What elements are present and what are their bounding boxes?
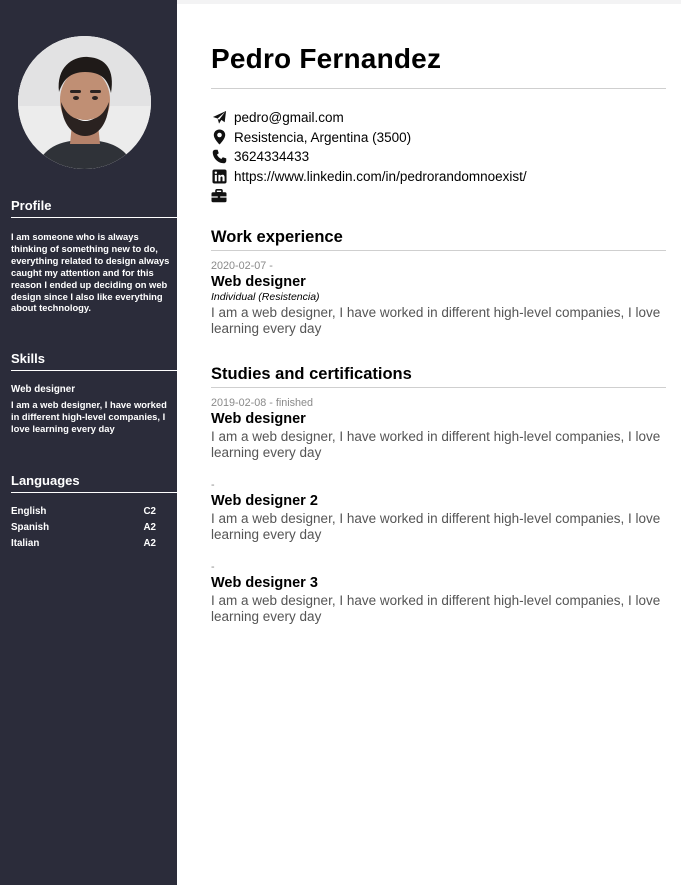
profile-text: I am someone who is always thinking of s…: [11, 231, 170, 314]
name-divider: [211, 88, 666, 89]
entry-role: Web designer 3: [211, 575, 318, 591]
entry-date: 2019-02-08 - finished: [211, 397, 314, 409]
study-entry: 2019-02-08 - finished Web designer I am …: [211, 397, 666, 460]
map-pin-icon: [211, 129, 227, 145]
language-level: C2: [143, 506, 156, 517]
resume-page: Profile I am someone who is always think…: [0, 0, 681, 885]
language-row: English C2: [11, 504, 156, 520]
top-strip: [177, 0, 681, 4]
study-entry: - Web designer 3 I am a web designer, I …: [211, 561, 666, 624]
language-row: Italian A2: [11, 536, 156, 552]
contact-list: pedro@gmail.com Resistencia, Argentina (…: [211, 108, 666, 206]
work-experience-section: Work experience 2020-02-07 - Web designe…: [211, 228, 666, 336]
languages-section: Languages English C2 Spanish A2 Italian …: [11, 473, 177, 552]
work-experience-title: Work experience: [211, 228, 666, 251]
entry-role: Web designer: [211, 274, 306, 290]
entry-date: -: [211, 479, 215, 491]
skill-name: Web designer: [11, 384, 76, 395]
language-name: Italian: [11, 538, 40, 549]
profile-title: Profile: [11, 198, 177, 218]
entry-description: I am a web designer, I have worked in di…: [211, 305, 661, 336]
contact-location: Resistencia, Argentina (3500): [211, 128, 666, 148]
entry-date: -: [211, 561, 215, 573]
skills-section: Skills Web designer I am a web designer,…: [11, 351, 177, 435]
studies-title: Studies and certifications: [211, 365, 666, 388]
location-text: Resistencia, Argentina (3500): [234, 129, 412, 145]
studies-section: Studies and certifications 2019-02-08 - …: [211, 365, 666, 624]
briefcase-icon: [211, 188, 227, 204]
linkedin-text[interactable]: https://www.linkedin.com/in/pedrorandomn…: [234, 169, 527, 184]
language-row: Spanish A2: [11, 520, 156, 536]
entry-date: 2020-02-07 -: [211, 260, 273, 272]
phone-text[interactable]: 3624334433: [234, 149, 309, 164]
contact-linkedin: https://www.linkedin.com/in/pedrorandomn…: [211, 167, 666, 187]
contact-portfolio: [211, 186, 666, 206]
language-level: A2: [143, 538, 156, 549]
entry-role: Web designer 2: [211, 493, 318, 509]
study-entry: - Web designer 2 I am a web designer, I …: [211, 479, 666, 542]
language-name: English: [11, 506, 47, 517]
entry-description: I am a web designer, I have worked in di…: [211, 511, 661, 542]
contact-phone: 3624334433: [211, 147, 666, 167]
skills-title: Skills: [11, 351, 177, 371]
languages-title: Languages: [11, 473, 177, 493]
profile-section: Profile I am someone who is always think…: [11, 198, 177, 314]
work-entry: 2020-02-07 - Web designer Individual (Re…: [211, 260, 666, 336]
person-name: Pedro Fernandez: [211, 43, 442, 74]
entry-description: I am a web designer, I have worked in di…: [211, 593, 661, 624]
phone-icon: [211, 149, 227, 165]
language-name: Spanish: [11, 522, 50, 533]
linkedin-icon: [211, 169, 227, 185]
email-text[interactable]: pedro@gmail.com: [234, 110, 344, 125]
sidebar: Profile I am someone who is always think…: [0, 0, 177, 885]
entry-description: I am a web designer, I have worked in di…: [211, 429, 661, 460]
entry-role: Web designer: [211, 411, 306, 427]
entry-company: Individual (Resistencia): [211, 291, 320, 303]
contact-email: pedro@gmail.com: [211, 108, 666, 128]
paper-plane-icon: [211, 110, 227, 126]
profile-photo: [18, 36, 151, 169]
avatar: [18, 36, 151, 169]
language-list: English C2 Spanish A2 Italian A2: [11, 504, 177, 552]
skill-description: I am a web designer, I have worked in di…: [11, 399, 167, 434]
language-level: A2: [143, 522, 156, 533]
